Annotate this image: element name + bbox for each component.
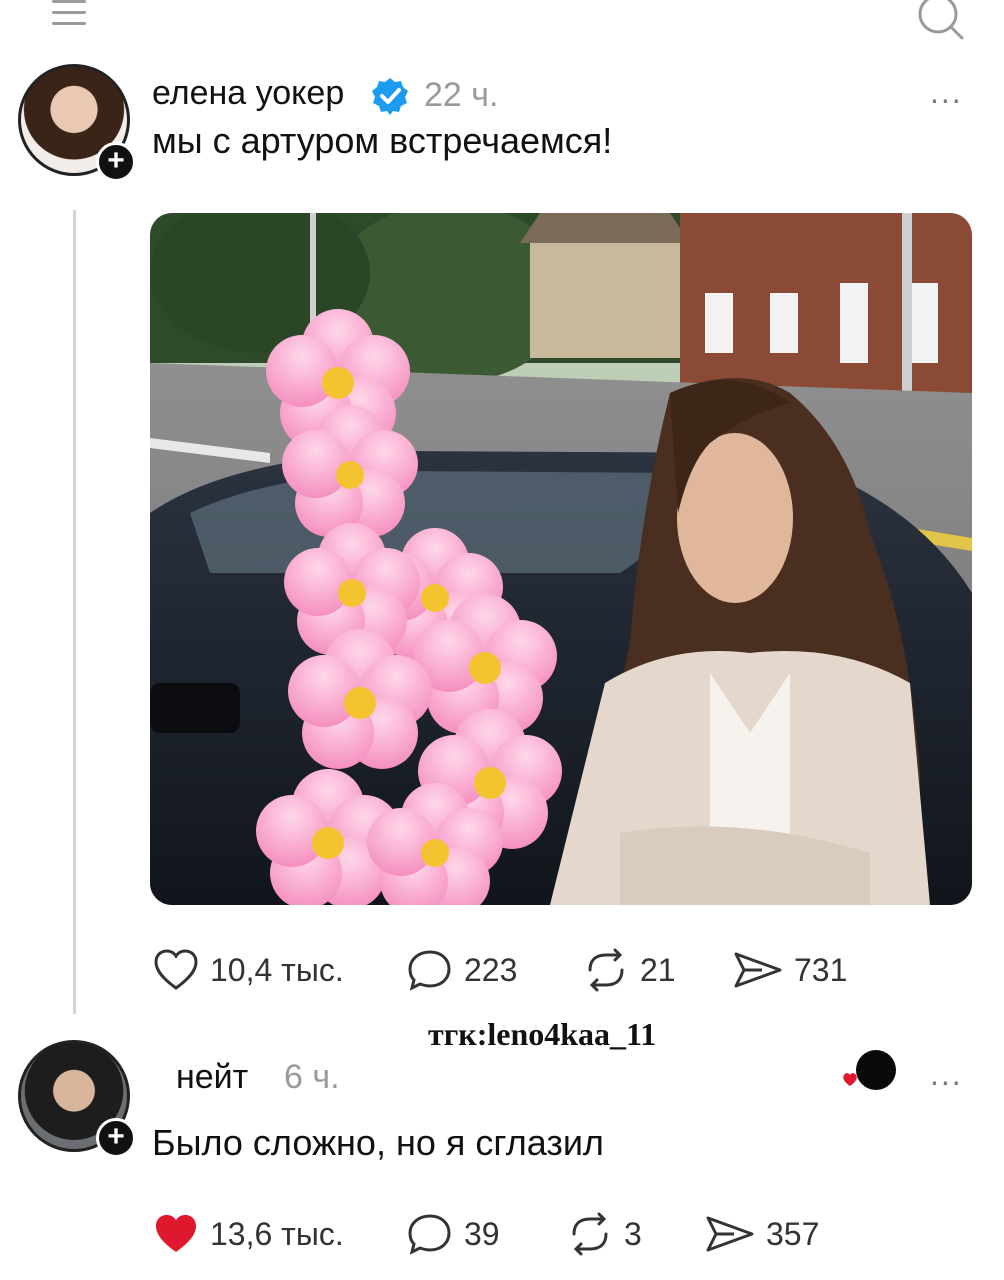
post-more-button[interactable]: ... <box>930 74 963 111</box>
reply-more-button[interactable]: ... <box>930 1056 963 1093</box>
heart-filled-icon <box>156 1215 196 1252</box>
share-icon <box>706 1216 754 1252</box>
post-time: 22 ч. <box>424 76 499 114</box>
reply-repost-count: 3 <box>624 1215 642 1252</box>
share-count: 731 <box>794 951 848 988</box>
repost-button[interactable]: 21 <box>582 948 676 992</box>
watermark-text: тгк:leno4kaa_11 <box>428 1016 657 1052</box>
comment-icon <box>408 950 451 991</box>
reply-text: Было сложно, но я сглазил <box>152 1122 604 1163</box>
share-icon <box>734 952 782 988</box>
reply-like-count: 13,6 тыс. <box>210 1215 344 1252</box>
like-count: 10,4 тыс. <box>210 951 344 988</box>
reply-time: 6 ч. <box>284 1058 340 1096</box>
comment-count: 223 <box>464 951 518 988</box>
reply-share-button[interactable]: 357 <box>704 1212 819 1256</box>
comment-icon <box>408 1214 451 1255</box>
post-author-name[interactable]: елена уокер <box>152 74 344 113</box>
verified-icon <box>372 78 408 115</box>
sticker-blob-icon <box>843 1050 896 1090</box>
reply-follow-plus-icon[interactable]: + <box>96 1118 136 1158</box>
post-image[interactable] <box>150 213 972 905</box>
repost-icon <box>588 948 624 992</box>
repost-icon <box>572 1212 608 1256</box>
reply-author-name[interactable]: нейт <box>176 1058 248 1097</box>
reply-share-count: 357 <box>766 1215 820 1252</box>
heart-icon <box>154 949 198 990</box>
thread-line <box>73 210 76 1014</box>
repost-count: 21 <box>640 951 676 988</box>
like-button[interactable]: 10,4 тыс. <box>152 948 344 992</box>
post-text: мы с артуром встречаемся! <box>152 120 613 161</box>
reply-comment-button[interactable]: 39 <box>406 1212 500 1256</box>
search-icon[interactable] <box>912 0 968 42</box>
reply-comment-count: 39 <box>464 1215 500 1252</box>
menu-icon[interactable] <box>52 0 86 30</box>
follow-plus-icon[interactable]: + <box>96 142 136 182</box>
reply-repost-button[interactable]: 3 <box>566 1212 642 1256</box>
reply-like-button[interactable]: 13,6 тыс. <box>152 1212 344 1256</box>
comment-button[interactable]: 223 <box>406 948 517 992</box>
share-button[interactable]: 731 <box>732 948 847 992</box>
